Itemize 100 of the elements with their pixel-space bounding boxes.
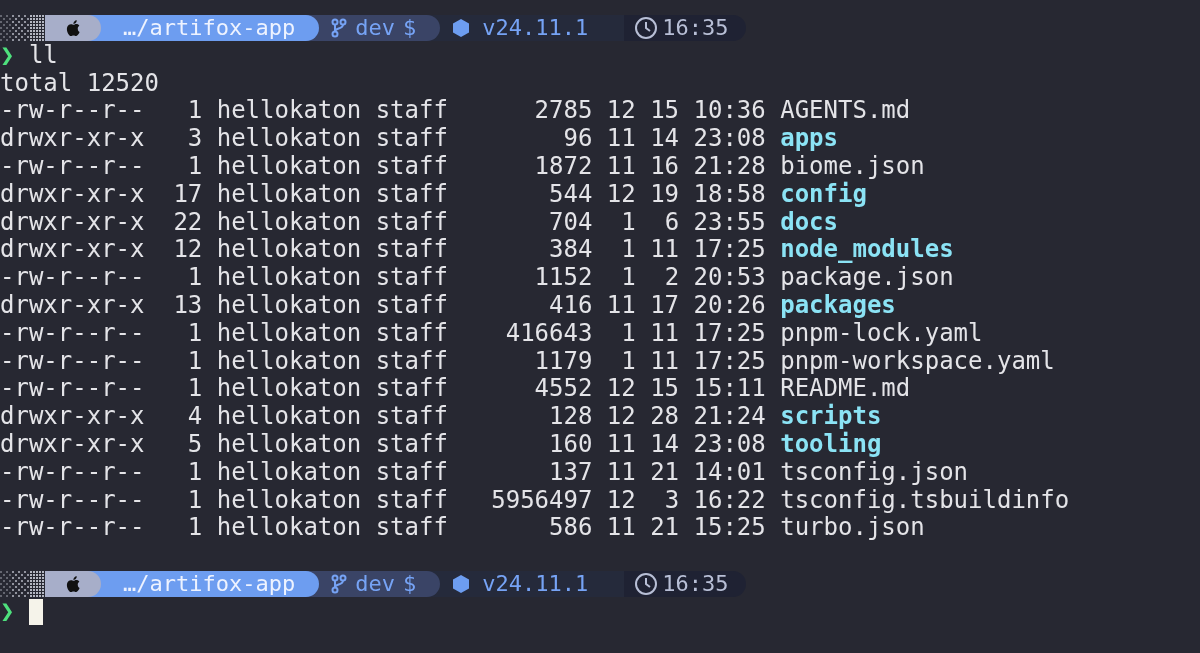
file-size: 96: [563, 124, 593, 153]
file-perms: -rw-r--r--: [0, 96, 145, 125]
file-size: 5956497: [491, 485, 593, 514]
file-time: 14:01: [693, 457, 766, 486]
file-perms: drwxr-xr-x: [0, 207, 145, 236]
file-perms: -rw-r--r--: [0, 513, 145, 542]
file-month: 12: [606, 374, 636, 403]
file-month: 12: [606, 402, 636, 431]
file-month: 1: [621, 263, 636, 292]
file-group: staff: [375, 124, 448, 153]
file-month: 11: [606, 513, 636, 542]
file-time: 23:55: [693, 207, 766, 236]
file-size: 160: [549, 429, 593, 458]
directory-name: apps: [780, 125, 838, 153]
file-owner: hellokaton: [216, 152, 362, 180]
file-group: staff: [375, 96, 448, 125]
file-links: 5: [187, 429, 203, 458]
file-owner: hellokaton: [216, 124, 362, 153]
file-size: 704: [549, 207, 593, 236]
file-month: 1: [621, 318, 636, 347]
file-perms: drwxr-xr-x: [0, 290, 145, 319]
git-status: $: [402, 14, 417, 42]
file-links: 1: [187, 263, 203, 292]
file-group: staff: [375, 485, 448, 514]
git-branch: dev: [355, 569, 395, 598]
directory-name: node_modules: [780, 236, 954, 265]
hexagon-icon: [452, 573, 471, 594]
file-group: staff: [375, 179, 448, 208]
file-time: 15:11: [693, 374, 766, 403]
file-links: 1: [187, 152, 203, 180]
file-name: turbo.json: [780, 514, 925, 543]
file-perms: -rw-r--r--: [0, 263, 145, 292]
git-branch: dev: [355, 14, 395, 42]
file-perms: -rw-r--r--: [0, 346, 145, 375]
file-name: README.md: [780, 375, 911, 403]
file-links: 4: [187, 402, 203, 431]
file-time: 20:53: [693, 263, 766, 292]
file-size: 1872: [534, 152, 593, 180]
file-owner: hellokaton: [216, 318, 362, 347]
file-links: 1: [187, 374, 203, 403]
file-owner: hellokaton: [216, 179, 362, 208]
apple-icon: [65, 574, 81, 593]
directory-name: scripts: [780, 403, 882, 431]
file-group: staff: [375, 429, 448, 458]
file-time: 18:58: [693, 179, 766, 208]
file-perms: drwxr-xr-x: [0, 402, 145, 431]
file-group: staff: [375, 152, 448, 180]
file-group: staff: [375, 346, 448, 375]
file-perms: drwxr-xr-x: [0, 179, 145, 208]
file-time: 23:08: [693, 429, 766, 458]
file-month: 11: [606, 429, 636, 458]
dither-pattern: [0, 14, 45, 41]
file-size: 128: [549, 402, 593, 431]
file-time: 17:25: [693, 235, 766, 264]
file-size: 2785: [534, 96, 593, 125]
git-branch-icon: [331, 17, 348, 38]
file-perms: -rw-r--r--: [0, 485, 145, 514]
file-time: 20:26: [693, 290, 766, 319]
file-name: AGENTS.md: [780, 97, 911, 126]
file-time: 21:24: [693, 402, 766, 431]
file-links: 12: [173, 235, 203, 264]
directory-name: packages: [780, 291, 896, 320]
git-branch-icon: [331, 573, 348, 594]
file-group: staff: [375, 318, 448, 347]
file-month: 11: [606, 457, 636, 486]
file-perms: drwxr-xr-x: [0, 124, 145, 153]
file-month: 12: [606, 179, 636, 208]
file-size: 416643: [505, 318, 593, 347]
file-day: 11: [650, 235, 680, 264]
file-month: 11: [606, 124, 636, 153]
time: 16:35: [662, 14, 729, 42]
file-month: 12: [606, 96, 636, 125]
file-name: tsconfig.tsbuildinfo: [780, 486, 1070, 515]
file-day: 21: [650, 513, 680, 542]
file-size: 544: [549, 179, 593, 208]
git-status: $: [402, 569, 417, 598]
file-name: biome.json: [780, 153, 925, 181]
file-day: 16: [650, 152, 680, 180]
file-month: 1: [621, 207, 636, 236]
file-day: 28: [650, 402, 680, 431]
file-perms: -rw-r--r--: [0, 457, 145, 486]
file-links: 17: [173, 179, 203, 208]
file-links: 1: [187, 513, 203, 542]
file-time: 17:25: [693, 346, 766, 375]
file-day: 19: [650, 179, 680, 208]
file-links: 1: [187, 457, 203, 486]
file-perms: -rw-r--r--: [0, 318, 145, 347]
file-group: staff: [375, 235, 448, 264]
file-time: 17:25: [693, 318, 766, 347]
file-day: 6: [664, 207, 680, 236]
file-name: pnpm-lock.yaml: [780, 319, 983, 348]
file-day: 11: [650, 318, 680, 347]
file-owner: hellokaton: [216, 429, 362, 458]
file-day: 15: [650, 96, 680, 125]
file-day: 21: [650, 457, 680, 486]
file-owner: hellokaton: [216, 207, 362, 236]
file-owner: hellokaton: [216, 346, 362, 375]
file-group: staff: [375, 457, 448, 486]
file-day: 15: [650, 374, 680, 403]
file-owner: hellokaton: [216, 290, 362, 319]
